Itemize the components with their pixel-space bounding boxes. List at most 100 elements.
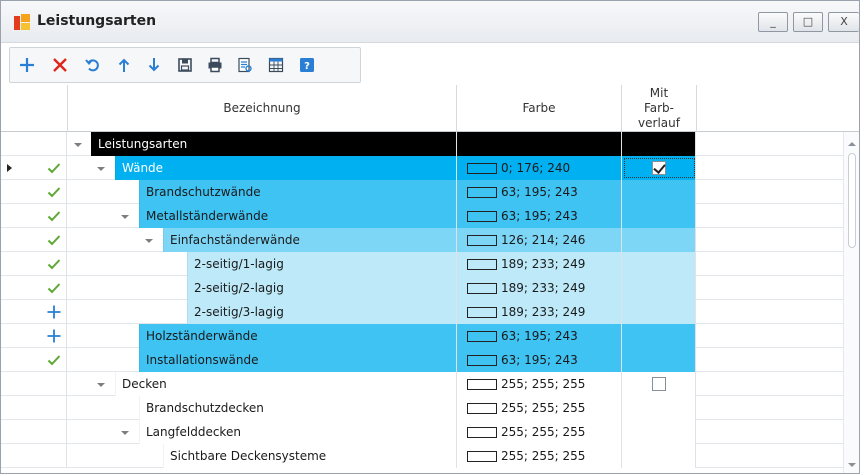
color-cell[interactable]: 255; 255; 255 <box>456 372 621 396</box>
tree-row[interactable]: Wände 0; 176; 240 <box>1 156 843 180</box>
row-label[interactable]: 2-seitig/1-lagig <box>187 252 456 276</box>
tree-row[interactable]: Metallständerwände 63; 195; 243 <box>1 204 843 228</box>
row-indicator[interactable] <box>1 372 67 396</box>
expand-collapse-icon[interactable] <box>145 239 153 243</box>
color-cell[interactable]: 0; 176; 240 <box>456 156 621 180</box>
row-label[interactable]: 2-seitig/3-lagig <box>187 300 456 324</box>
row-indicator[interactable] <box>1 348 67 372</box>
column-header-farbe[interactable]: Farbe <box>457 85 621 132</box>
color-cell[interactable]: 63; 195; 243 <box>456 348 621 372</box>
gradient-cell[interactable] <box>621 180 696 204</box>
gradient-cell[interactable] <box>621 348 696 372</box>
gradient-cell[interactable] <box>621 420 696 444</box>
row-label[interactable]: Installationswände <box>139 348 456 372</box>
row-label[interactable]: Brandschutzwände <box>139 180 456 204</box>
row-label[interactable]: Wände <box>115 156 456 180</box>
print-button[interactable] <box>202 52 228 78</box>
row-indicator[interactable] <box>1 420 67 444</box>
expand-collapse-icon[interactable] <box>121 431 129 435</box>
minimize-button[interactable]: _ <box>758 12 788 32</box>
expand-collapse-icon[interactable] <box>97 383 105 387</box>
gradient-cell[interactable] <box>621 132 696 156</box>
gradient-cell[interactable] <box>621 300 696 324</box>
row-indicator[interactable] <box>1 324 67 348</box>
tree-row[interactable]: 2-seitig/2-lagig 189; 233; 249 <box>1 276 843 300</box>
expand-collapse-icon[interactable] <box>97 167 105 171</box>
add-button[interactable] <box>14 52 40 78</box>
scroll-up-icon[interactable] <box>848 142 856 146</box>
gradient-cell[interactable] <box>621 228 696 252</box>
tree-row[interactable]: Brandschutzdecken 255; 255; 255 <box>1 396 843 420</box>
row-indicator[interactable] <box>1 132 67 156</box>
color-cell[interactable]: 63; 195; 243 <box>456 180 621 204</box>
expand-collapse-icon[interactable] <box>74 143 82 147</box>
tree-row[interactable]: Brandschutzwände 63; 195; 243 <box>1 180 843 204</box>
row-indicator[interactable] <box>1 444 67 468</box>
gradient-cell[interactable] <box>621 444 696 468</box>
vertical-scrollbar[interactable] <box>843 132 859 473</box>
gradient-cell[interactable] <box>621 276 696 300</box>
row-label[interactable]: Metallständerwände <box>139 204 456 228</box>
color-cell[interactable]: 63; 195; 243 <box>456 324 621 348</box>
columns-button[interactable] <box>263 52 289 78</box>
move-up-button[interactable] <box>111 52 137 78</box>
row-label[interactable]: Decken <box>115 372 456 396</box>
gradient-cell[interactable] <box>621 156 696 180</box>
color-cell[interactable] <box>456 132 621 156</box>
gradient-cell[interactable] <box>621 372 696 396</box>
tree-row[interactable]: Einfachständerwände 126; 214; 246 <box>1 228 843 252</box>
row-indicator[interactable] <box>1 204 67 228</box>
save-button[interactable] <box>172 52 198 78</box>
row-indicator[interactable] <box>1 156 67 180</box>
tree-row[interactable]: Sichtbare Deckensysteme 255; 255; 255 <box>1 444 843 468</box>
gradient-cell[interactable] <box>621 252 696 276</box>
tree-row[interactable]: 2-seitig/1-lagig 189; 233; 249 <box>1 252 843 276</box>
row-indicator[interactable] <box>1 396 67 420</box>
row-label[interactable]: Brandschutzdecken <box>139 396 456 420</box>
gradient-cell[interactable] <box>621 396 696 420</box>
window-title: Leistungsarten <box>37 13 157 29</box>
color-cell[interactable]: 255; 255; 255 <box>456 444 621 468</box>
gradient-cell[interactable] <box>621 204 696 228</box>
refresh-button[interactable] <box>80 52 106 78</box>
color-cell[interactable]: 189; 233; 249 <box>456 252 621 276</box>
scrollbar-thumb[interactable] <box>848 153 856 248</box>
color-swatch <box>467 355 497 366</box>
color-cell[interactable]: 126; 214; 246 <box>456 228 621 252</box>
row-indicator[interactable] <box>1 252 67 276</box>
row-label[interactable]: Langfelddecken <box>139 420 456 444</box>
tree-row[interactable]: 2-seitig/3-lagig 189; 233; 249 <box>1 300 843 324</box>
color-cell[interactable]: 63; 195; 243 <box>456 204 621 228</box>
delete-button[interactable] <box>47 52 73 78</box>
column-header-farbverlauf[interactable]: Mit Farb- verlauf <box>622 85 696 132</box>
row-indicator[interactable] <box>1 180 67 204</box>
tree-row[interactable]: Installationswände 63; 195; 243 <box>1 348 843 372</box>
tree-row[interactable]: Decken 255; 255; 255 <box>1 372 843 396</box>
scroll-down-icon[interactable] <box>848 463 856 467</box>
row-indicator[interactable] <box>1 300 67 324</box>
gradient-checkbox[interactable] <box>652 377 666 391</box>
expand-collapse-icon[interactable] <box>121 215 129 219</box>
close-button[interactable]: X <box>828 12 859 32</box>
row-label[interactable]: 2-seitig/2-lagig <box>187 276 456 300</box>
tree-row[interactable]: Holzständerwände 63; 195; 243 <box>1 324 843 348</box>
color-cell[interactable]: 255; 255; 255 <box>456 420 621 444</box>
print-preview-button[interactable] <box>232 52 258 78</box>
row-indicator[interactable] <box>1 228 67 252</box>
tree-row[interactable]: Langfelddecken 255; 255; 255 <box>1 420 843 444</box>
maximize-button[interactable]: □ <box>793 12 823 32</box>
row-label[interactable]: Einfachständerwände <box>163 228 456 252</box>
color-cell[interactable]: 189; 233; 249 <box>456 300 621 324</box>
row-label[interactable]: Holzständerwände <box>139 324 456 348</box>
color-cell[interactable]: 189; 233; 249 <box>456 276 621 300</box>
move-down-button[interactable] <box>141 52 167 78</box>
row-label[interactable]: Sichtbare Deckensysteme <box>163 444 456 468</box>
gradient-cell[interactable] <box>621 324 696 348</box>
color-swatch <box>467 451 497 462</box>
help-button[interactable]: ? <box>294 52 320 78</box>
row-indicator[interactable] <box>1 276 67 300</box>
column-header-bezeichnung[interactable]: Bezeichnung <box>68 85 456 132</box>
tree-row[interactable]: Leistungsarten <box>1 132 843 156</box>
color-cell[interactable]: 255; 255; 255 <box>456 396 621 420</box>
row-label[interactable]: Leistungsarten <box>91 132 456 156</box>
